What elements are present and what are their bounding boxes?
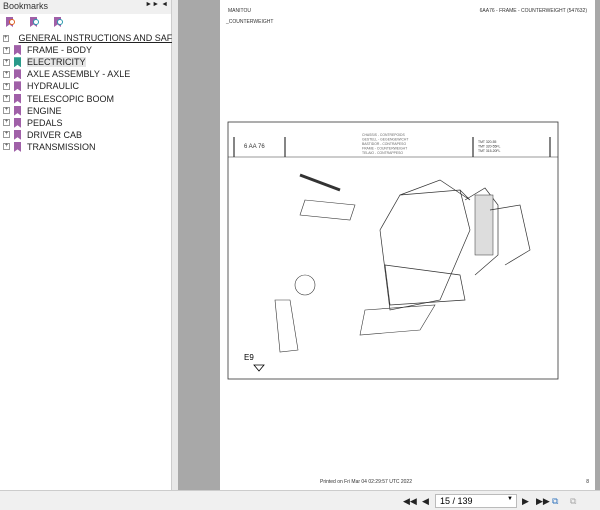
bookmark-item[interactable]: + DRIVER CAB [0,129,171,141]
last-page-icon[interactable]: ▶▶ [536,496,550,507]
bookmark-item[interactable]: + ENGINE [0,105,171,117]
bookmark-item[interactable]: + GENERAL INSTRUCTIONS AND SAFETY [0,32,190,44]
bookmark-icon [14,141,21,152]
bookmarks-toolbar [0,14,171,32]
drawing-title-line: CHASSIS - CONTREPOIDS [362,133,406,137]
drawing-title-line: GESTELL - GEGENGEWICHT [362,138,408,142]
expand-icon[interactable]: + [3,58,10,66]
next-page-icon[interactable]: ▶ [522,496,529,507]
drawing-title-line: TELAIO - CONTRAPPESO [362,151,403,155]
bookmark-label: PEDALS [27,117,63,128]
expand-icon[interactable]: + [3,107,10,115]
bookmarks-title: Bookmarks [3,1,49,11]
expand-icon[interactable]: + [3,131,10,139]
expand-icon[interactable]: + [3,82,10,90]
model-line: TMT 320-55FL [478,145,500,149]
bookmark-icon [14,129,21,140]
bookmark-item[interactable]: + ELECTRICITY [0,56,171,68]
first-page-icon[interactable]: ◀◀ [403,496,417,507]
bookmark-item[interactable]: + PEDALS [0,117,171,129]
printed-on: Printed on Fri Mar 04 02:29:57 UTC 2022 [320,479,412,485]
expand-icon[interactable]: + [3,46,10,54]
bookmark-item[interactable]: + FRAME - BODY [0,44,171,56]
bookmark-item[interactable]: + HYDRAULIC [0,80,171,92]
bookmark-icon [14,93,21,104]
two-page-view-icon[interactable]: ⧉ [570,496,576,507]
bookmarks-panel: Bookmarks ►► ◄ + GENERAL INSTRUCTIONS AND … [0,0,190,490]
bookmark-label: TELESCOPIC BOOM [27,93,115,104]
bookmark-item[interactable]: + AXLE ASSEMBLY - AXLE [0,68,171,80]
expand-icon[interactable]: + [3,34,9,42]
bookmark-label: AXLE ASSEMBLY - AXLE [27,69,131,80]
parts-diagram: 6 AA 76 CHASSIS - CONTREPOIDSGESTELL - G… [227,121,559,380]
bookmark-label: HYDRAULIC [27,81,80,92]
chevron-down-icon[interactable]: ▼ [507,496,513,502]
bookmark-icon [14,105,21,116]
single-page-view-icon[interactable]: ⧉ [552,496,558,507]
drawing-code: 6 AA 76 [244,144,265,150]
bookmark-icon [14,117,21,128]
bookmark-label: ENGINE [27,105,62,116]
panel-controls[interactable]: ►► ◄ [145,1,168,13]
bookmark-label: DRIVER CAB [27,129,83,140]
find-bookmark-icon[interactable] [54,17,64,28]
pdf-page: MANITOU 6AA76 - FRAME - COUNTERWEIGHT (5… [220,0,595,490]
expand-icon[interactable]: + [3,70,10,78]
expand-icon[interactable]: + [3,119,10,127]
bookmark-label: ELECTRICITY [27,57,86,68]
expand-icon[interactable]: + [3,95,10,103]
bookmark-label: FRAME - BODY [27,45,93,56]
collapse-bookmark-icon[interactable] [30,17,40,28]
bookmark-icon [14,45,21,56]
bookmark-item[interactable]: + TELESCOPIC BOOM [0,92,171,104]
bookmark-icon [14,69,21,80]
bookmark-item[interactable]: + TRANSMISSION [0,141,171,153]
bookmark-label: TRANSMISSION [27,141,96,152]
navigation-toolbar: ◀◀ ◀ 15 / 139 ▼ ▶ ▶▶ ⧉ ⧉ [0,490,600,510]
drawing-title-line: FRAME - COUNTERWEIGHT [362,147,407,151]
page-number: 8 [586,479,589,485]
model-line: TMT 315-20FL [478,149,500,153]
model-line: TMT 320-55 [478,140,497,144]
bookmark-label: GENERAL INSTRUCTIONS AND SAFETY [18,33,190,44]
expand-bookmark-icon[interactable] [6,17,16,28]
bookmarks-header: Bookmarks ►► ◄ [0,0,171,14]
bookmark-icon [14,57,21,68]
bookmark-icon [14,81,21,92]
sheet-label: E9 [244,353,254,362]
expand-icon[interactable]: + [3,143,10,151]
page-value: 15 / 139 [440,496,473,506]
page-number-input[interactable]: 15 / 139 ▼ [435,494,517,508]
prev-page-icon[interactable]: ◀ [422,496,429,507]
drawing-title-line: BASTIDOR - CONTRAPESO [362,142,406,146]
